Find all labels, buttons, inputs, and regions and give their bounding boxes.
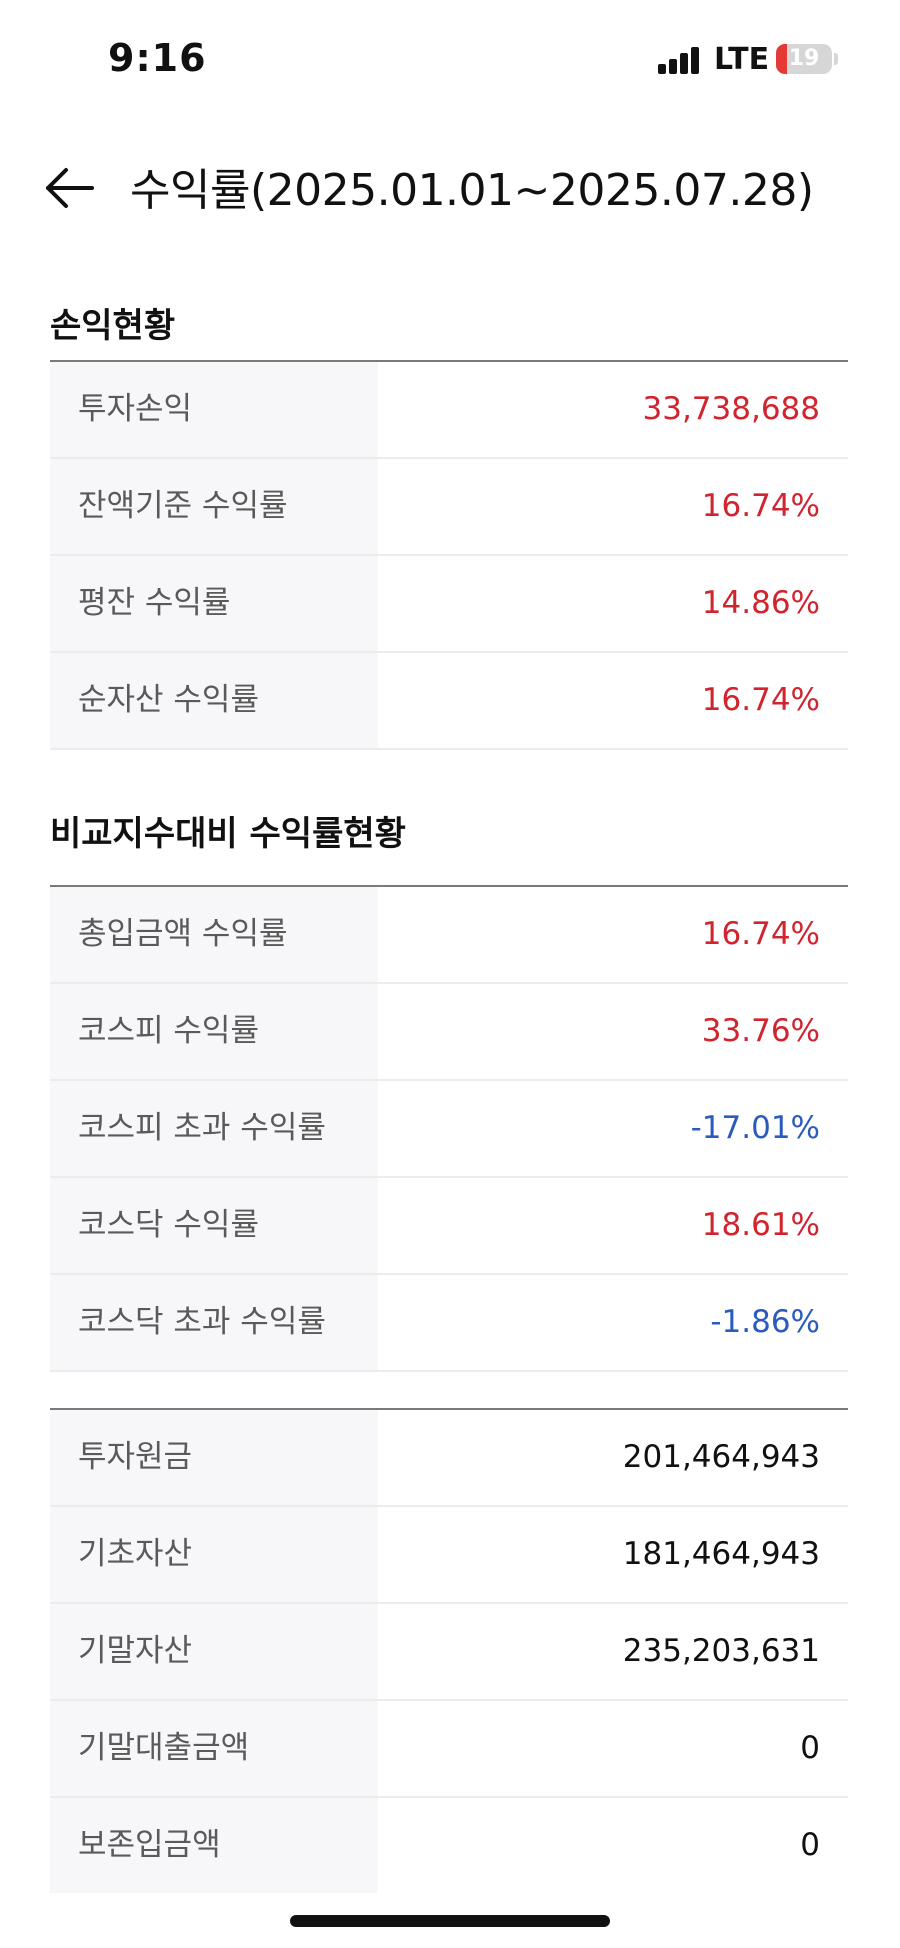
asset-table: 투자원금 201,464,943 기초자산 181,464,943 기말자산 2… xyxy=(50,1408,848,1893)
row-label: 평잔 수익률 xyxy=(78,585,231,621)
row-label-cell: 투자원금 xyxy=(50,1410,378,1505)
row-label-cell: 코스피 초과 수익률 xyxy=(50,1081,378,1176)
benchmark-section-title: 비교지수대비 수익률현황 xyxy=(50,814,406,854)
row-value: 235,203,631 xyxy=(622,1633,820,1669)
row-label: 기말대출금액 xyxy=(78,1730,250,1766)
row-value: 33.76% xyxy=(701,1013,820,1049)
row-label: 잔액기준 수익률 xyxy=(78,488,288,524)
row-value: -17.01% xyxy=(690,1110,820,1146)
row-label-cell: 기초자산 xyxy=(50,1507,378,1602)
page-title: 수익률(2025.01.01~2025.07.28) xyxy=(130,165,814,216)
row-label-cell: 코스닥 수익률 xyxy=(50,1178,378,1273)
table-row: 기초자산 181,464,943 xyxy=(50,1507,848,1604)
row-label-cell: 기말자산 xyxy=(50,1604,378,1699)
network-type: LTE xyxy=(714,42,770,77)
row-label-cell: 잔액기준 수익률 xyxy=(50,459,378,554)
row-label-cell: 보존입금액 xyxy=(50,1798,378,1893)
table-row: 코스닥 수익률 18.61% xyxy=(50,1178,848,1275)
row-value: 33,738,688 xyxy=(642,391,821,427)
row-label: 투자손익 xyxy=(78,391,193,427)
table-row: 투자원금 201,464,943 xyxy=(50,1410,848,1507)
battery-percent: 19 xyxy=(788,46,820,71)
row-label-cell: 총입금액 수익률 xyxy=(50,887,378,982)
row-label: 기말자산 xyxy=(78,1633,193,1669)
benchmark-table: 총입금액 수익률 16.74% 코스피 수익률 33.76% 코스피 초과 수익… xyxy=(50,885,848,1372)
row-value: 0 xyxy=(800,1730,820,1766)
row-label: 코스닥 초과 수익률 xyxy=(78,1304,326,1340)
table-row: 잔액기준 수익률 16.74% xyxy=(50,459,848,556)
status-bar: 9:16 LTE 19 xyxy=(0,0,900,120)
row-value: 16.74% xyxy=(701,682,820,718)
row-label: 코스피 수익률 xyxy=(78,1013,259,1049)
table-row: 총입금액 수익률 16.74% xyxy=(50,887,848,984)
row-label-cell: 코스닥 초과 수익률 xyxy=(50,1275,378,1370)
row-label: 투자원금 xyxy=(78,1439,193,1475)
row-label: 순자산 수익률 xyxy=(78,682,259,718)
battery-icon: 19 xyxy=(776,44,832,74)
row-label: 코스피 초과 수익률 xyxy=(78,1110,326,1146)
cellular-signal-icon xyxy=(658,46,700,74)
row-label: 코스닥 수익률 xyxy=(78,1207,259,1243)
row-label: 총입금액 수익률 xyxy=(78,916,288,952)
row-value: 14.86% xyxy=(701,585,820,621)
pnl-table: 투자손익 33,738,688 잔액기준 수익률 16.74% 평잔 수익률 1… xyxy=(50,360,848,750)
row-value: 16.74% xyxy=(701,488,820,524)
pnl-section-title: 손익현황 xyxy=(50,306,176,346)
row-value: 181,464,943 xyxy=(622,1536,820,1572)
table-row: 평잔 수익률 14.86% xyxy=(50,556,848,653)
table-row: 기말자산 235,203,631 xyxy=(50,1604,848,1701)
row-label-cell: 순자산 수익률 xyxy=(50,653,378,748)
row-value: 18.61% xyxy=(701,1207,820,1243)
table-row: 코스피 초과 수익률 -17.01% xyxy=(50,1081,848,1178)
table-row: 코스피 수익률 33.76% xyxy=(50,984,848,1081)
row-label-cell: 평잔 수익률 xyxy=(50,556,378,651)
home-indicator[interactable] xyxy=(290,1915,610,1927)
row-label-cell: 투자손익 xyxy=(50,362,378,457)
table-row: 코스닥 초과 수익률 -1.86% xyxy=(50,1275,848,1372)
status-time: 9:16 xyxy=(108,36,207,80)
row-label-cell: 코스피 수익률 xyxy=(50,984,378,1079)
battery-cap xyxy=(834,53,838,65)
table-row: 투자손익 33,738,688 xyxy=(50,362,848,459)
row-label: 기초자산 xyxy=(78,1536,193,1572)
arrow-left-icon xyxy=(46,168,94,208)
row-value: -1.86% xyxy=(710,1304,820,1340)
back-button[interactable] xyxy=(40,158,100,218)
row-value: 16.74% xyxy=(701,916,820,952)
row-label-cell: 기말대출금액 xyxy=(50,1701,378,1796)
header: 수익률(2025.01.01~2025.07.28) xyxy=(0,140,900,230)
row-value: 0 xyxy=(800,1827,820,1863)
table-row: 순자산 수익률 16.74% xyxy=(50,653,848,750)
row-value: 201,464,943 xyxy=(622,1439,820,1475)
table-row: 보존입금액 0 xyxy=(50,1798,848,1893)
row-label: 보존입금액 xyxy=(78,1827,221,1863)
table-row: 기말대출금액 0 xyxy=(50,1701,848,1798)
